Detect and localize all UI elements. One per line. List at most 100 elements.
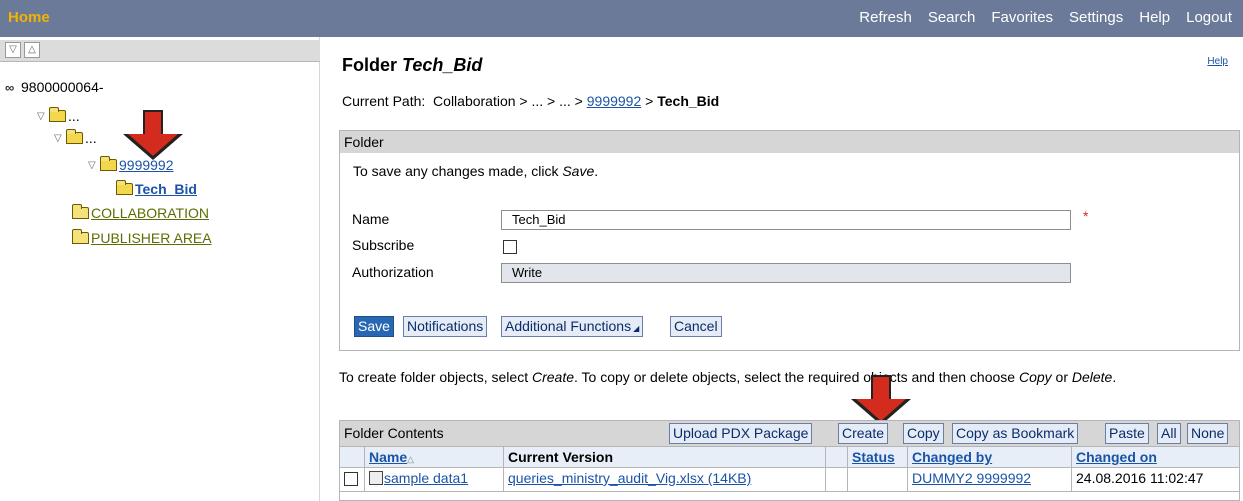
tree-item-label: ... (85, 130, 97, 146)
home-link[interactable]: Home (8, 9, 50, 26)
row-changed-by-link[interactable]: DUMMY2 9999992 (912, 470, 1031, 486)
expand-all-icon[interactable]: ▽ (5, 42, 21, 58)
subscribe-label: Subscribe (352, 237, 415, 253)
folder-objects-instruction: To create folder objects, select Create.… (339, 369, 1229, 386)
instr-part3: or (1051, 369, 1072, 385)
favorites-link[interactable]: Favorites (991, 9, 1053, 26)
page-title: Folder Tech_Bid (342, 55, 482, 76)
tree-item-level1[interactable]: ▽ ... (37, 107, 80, 124)
subscribe-checkbox[interactable] (503, 240, 517, 254)
blank-column-header (826, 447, 848, 467)
create-button[interactable]: Create (838, 423, 889, 444)
tree-toolbar: ▽ △ (0, 40, 320, 62)
authorization-field: Write (501, 263, 1071, 283)
name-sort-link[interactable]: Name (369, 449, 407, 465)
title-prefix: Folder (342, 55, 403, 75)
tree-root-label: 9800000064- (21, 79, 104, 95)
tree-item-level2[interactable]: ▽ ... (54, 129, 97, 146)
instr-delete: Delete (1071, 369, 1113, 385)
instruction-text: To save any changes made, click (353, 163, 563, 179)
tree-link-collaboration[interactable]: COLLABORATION (91, 205, 209, 221)
upload-pdx-button[interactable]: Upload PDX Package (669, 423, 813, 444)
tree-item-label: ... (68, 108, 80, 124)
version-column-header: Current Version (504, 447, 826, 467)
tree-link-tech-bid[interactable]: Tech_Bid (135, 181, 197, 197)
expand-arrow-icon[interactable]: ▽ (54, 133, 66, 144)
tree-item-publisher[interactable]: PUBLISHER AREA (72, 229, 212, 246)
changed-by-column-header[interactable]: Changed by (908, 447, 1072, 467)
instruction-save-word: Save (562, 163, 595, 179)
select-all-button[interactable]: All (1157, 423, 1181, 444)
paste-button[interactable]: Paste (1105, 423, 1149, 444)
tree-item-collaboration[interactable]: COLLABORATION (72, 204, 209, 221)
select-none-button[interactable]: None (1187, 423, 1229, 444)
status-sort-link[interactable]: Status (852, 449, 895, 465)
name-column-header[interactable]: Name△ (365, 447, 504, 467)
cancel-button[interactable]: Cancel (670, 316, 722, 337)
contents-label: Folder Contents (344, 425, 444, 441)
folder-open-icon (49, 107, 66, 122)
dropdown-triangle-icon: ◢ (633, 324, 640, 333)
row-changed-by-cell: DUMMY2 9999992 (908, 468, 1072, 491)
folder-open-icon (116, 180, 133, 195)
instruction-end: . (594, 163, 599, 179)
additional-functions-button[interactable]: Additional Functions ◢ (501, 316, 644, 337)
copy-button[interactable]: Copy (903, 423, 944, 444)
changed-by-sort-link[interactable]: Changed by (912, 449, 992, 465)
required-indicator: * (1083, 208, 1089, 224)
path-link-9999992[interactable]: 9999992 (587, 93, 642, 109)
changed-on-column-header[interactable]: Changed on (1072, 447, 1239, 467)
settings-link[interactable]: Settings (1069, 9, 1123, 26)
navigation-panel: ▽ △ (0, 37, 320, 501)
table-row: sample data1 queries_ministry_audit_Vig.… (340, 468, 1239, 492)
logout-link[interactable]: Logout (1186, 9, 1232, 26)
tree-root[interactable]: ∞ 9800000064- (5, 79, 104, 95)
tree-link-publisher[interactable]: PUBLISHER AREA (91, 230, 212, 246)
red-arrow-icon (123, 110, 183, 160)
document-icon (369, 471, 383, 485)
path-label: Current Path: (342, 93, 426, 109)
contents-toolbar: Folder Contents Upload PDX Package Creat… (340, 421, 1239, 446)
name-field[interactable]: Tech_Bid (501, 210, 1071, 230)
folder-open-icon (100, 156, 117, 171)
help-link[interactable]: Help (1139, 9, 1170, 26)
copy-as-bookmark-button[interactable]: Copy as Bookmark (952, 423, 1079, 444)
tree-item-tech-bid[interactable]: Tech_Bid (116, 180, 197, 197)
folder-icon (72, 204, 89, 219)
folder-contents-table: Folder Contents Upload PDX Package Creat… (339, 420, 1240, 501)
select-column-header (340, 447, 365, 467)
save-instruction: To save any changes made, click Save. (353, 163, 598, 179)
status-column-header[interactable]: Status (848, 447, 908, 467)
row-status-cell (848, 468, 908, 491)
path-separator: > (641, 93, 658, 109)
instr-part2: . To copy or delete objects, select the … (574, 369, 1019, 385)
changed-on-sort-link[interactable]: Changed on (1076, 449, 1157, 465)
folder-panel-header: Folder (340, 131, 1239, 153)
row-changed-on-cell: 24.08.2016 11:02:47 (1076, 470, 1204, 486)
row-name-link[interactable]: sample data1 (384, 470, 468, 486)
instr-create: Create (532, 369, 575, 385)
row-version-cell: queries_ministry_audit_Vig.xlsx (14KB) (504, 468, 826, 491)
name-label: Name (352, 211, 390, 227)
search-link[interactable]: Search (928, 9, 976, 26)
authorization-label: Authorization (352, 264, 434, 280)
breadcrumb: Current Path: Collaboration > ... > ... … (342, 93, 719, 109)
expand-arrow-icon[interactable]: ▽ (88, 160, 100, 171)
row-name-cell: sample data1 (365, 468, 504, 491)
folder-properties-panel: Folder To save any changes made, click S… (339, 130, 1240, 351)
title-folder-name: Tech_Bid (402, 55, 483, 75)
row-version-link[interactable]: queries_ministry_audit_Vig.xlsx (14KB) (508, 470, 751, 486)
notifications-button[interactable]: Notifications (403, 316, 488, 337)
collapse-all-icon[interactable]: △ (24, 42, 40, 58)
page-help-link[interactable]: Help (1207, 56, 1228, 67)
row-checkbox[interactable] (344, 472, 358, 486)
refresh-link[interactable]: Refresh (859, 9, 912, 26)
row-blank-cell (826, 468, 848, 491)
save-button[interactable]: Save (354, 316, 394, 337)
instr-part4: . (1112, 369, 1117, 385)
top-nav: Refresh Search Favorites Settings Help L… (859, 9, 1232, 26)
additional-functions-label: Additional Functions (505, 318, 632, 334)
expand-arrow-icon[interactable]: ▽ (37, 111, 49, 122)
row-select-cell (340, 468, 365, 491)
path-current: Tech_Bid (657, 93, 720, 109)
